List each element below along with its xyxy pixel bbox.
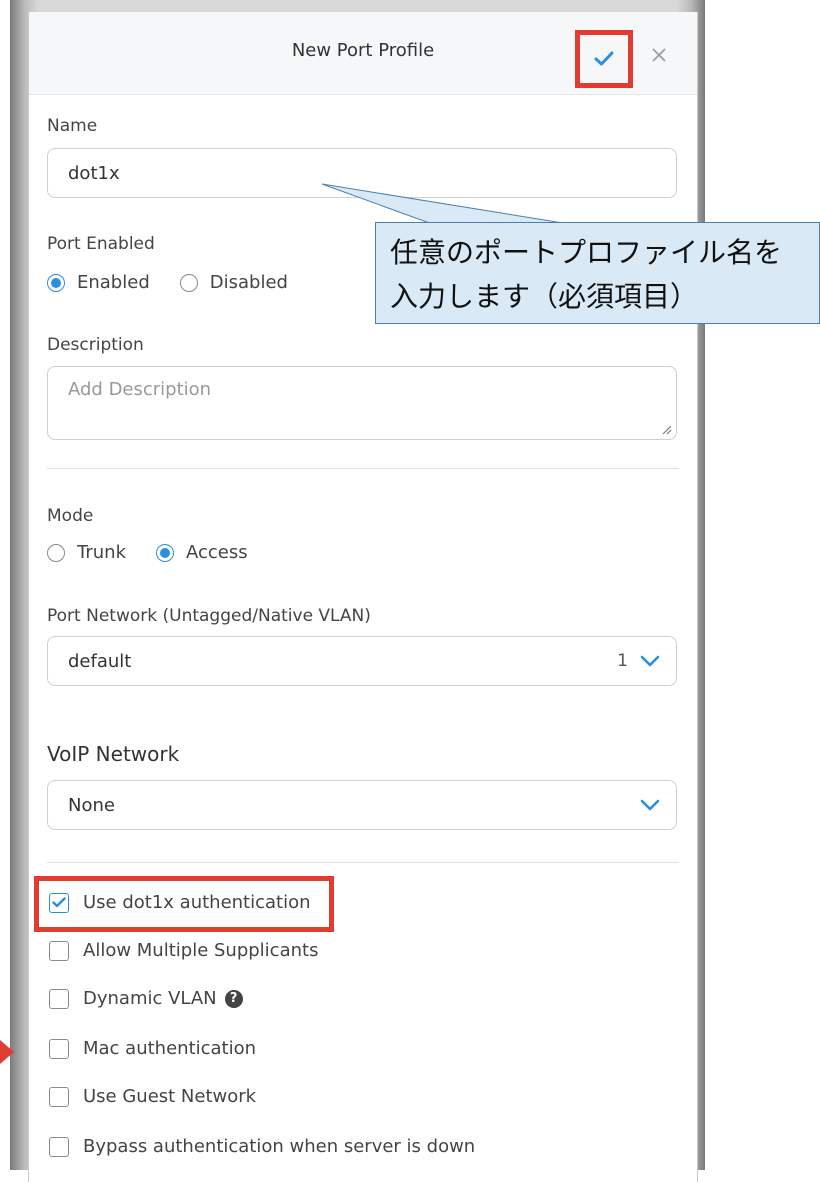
voip-value: None <box>68 795 115 816</box>
radio-trunk-indicator <box>47 543 65 562</box>
checkbox-box <box>49 1086 69 1107</box>
checkbox-use-guest-network[interactable]: Use Guest Network <box>49 1086 256 1107</box>
divider <box>47 862 679 863</box>
radio-trunk[interactable]: Trunk <box>47 542 126 563</box>
highlight-box <box>34 876 334 932</box>
checkbox-label: Allow Multiple Supplicants <box>83 940 319 961</box>
description-label: Description <box>47 335 144 355</box>
radio-access[interactable]: Access <box>156 542 248 563</box>
radio-access-indicator <box>156 543 174 562</box>
port-network-label: Port Network (Untagged/Native VLAN) <box>47 606 371 626</box>
checkbox-box <box>49 1038 69 1059</box>
checkbox-box <box>49 940 69 961</box>
checkbox-label: Bypass authentication when server is dow… <box>83 1136 476 1157</box>
help-icon[interactable]: ? <box>224 989 243 1008</box>
description-placeholder: Add Description <box>68 379 212 400</box>
radio-trunk-label: Trunk <box>77 542 126 563</box>
voip-select[interactable]: None <box>47 780 677 830</box>
chevron-down-icon <box>640 655 660 667</box>
divider <box>47 468 679 469</box>
port-network-value: default <box>68 651 132 672</box>
checkbox-bypass-authentication[interactable]: Bypass authentication when server is dow… <box>49 1136 475 1157</box>
radio-access-label: Access <box>186 542 248 563</box>
checkbox-dynamic-vlan[interactable]: Dynamic VLAN ? <box>49 988 243 1009</box>
checkbox-mac-authentication[interactable]: Mac authentication <box>49 1038 256 1059</box>
checkbox-label: Use Guest Network <box>83 1086 257 1107</box>
checkbox-allow-multiple-supplicants[interactable]: Allow Multiple Supplicants <box>49 940 318 961</box>
annotation-arrow-icon <box>0 1040 14 1064</box>
checkbox-label: Mac authentication <box>83 1038 257 1059</box>
checkbox-box <box>49 1136 69 1157</box>
vlan-id-value: 1 <box>617 651 628 671</box>
mode-group: Trunk Access <box>47 542 278 563</box>
callout-line-1: 任意のポートプロファイル名を <box>390 236 783 269</box>
description-textarea[interactable]: Add Description <box>47 366 677 440</box>
checkbox-box <box>49 988 69 1009</box>
resize-handle-icon[interactable] <box>660 423 672 435</box>
mode-label: Mode <box>47 506 94 526</box>
port-network-select[interactable]: default 1 <box>47 636 677 686</box>
annotation-callout: 任意のポートプロファイル名を 入力します（必須項目） <box>375 222 820 324</box>
checkbox-label: Dynamic VLAN <box>83 988 217 1009</box>
callout-line-2: 入力します（必須項目） <box>390 280 699 313</box>
chevron-down-icon <box>640 799 660 811</box>
voip-label: VoIP Network <box>47 742 180 766</box>
